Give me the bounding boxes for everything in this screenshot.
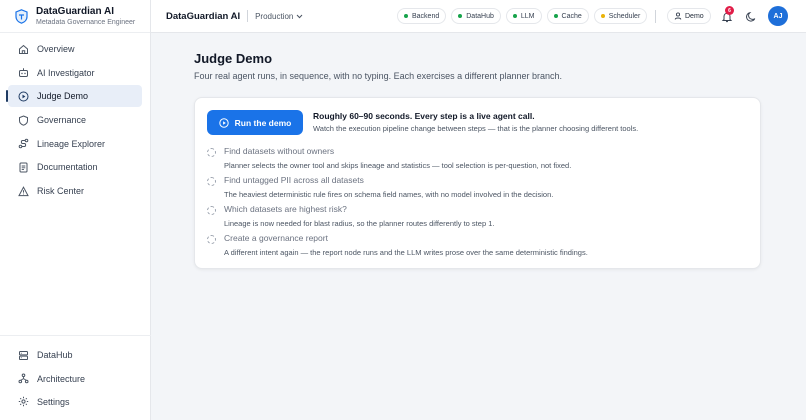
status-pill-backend[interactable]: Backend: [397, 8, 447, 24]
status-pill-datahub[interactable]: DataHub: [451, 8, 501, 24]
app-name: DataGuardian AI: [36, 5, 114, 17]
run-description: Watch the execution pipeline change betw…: [313, 124, 639, 133]
demo-step: Create a governance report A different i…: [207, 233, 747, 262]
run-demo-button[interactable]: Run the demo: [207, 110, 303, 135]
sidebar-item-overview[interactable]: Overview: [8, 38, 142, 60]
play-circle-icon: [18, 91, 29, 102]
topbar: DataGuardian AI Production Backend DataH…: [151, 0, 806, 33]
notification-badge: 6: [725, 6, 734, 15]
sidebar: DataGuardian AI Metadata Governance Engi…: [0, 0, 151, 420]
shield-logo-icon: [14, 8, 28, 24]
sidebar-item-governance[interactable]: Governance: [8, 109, 142, 131]
status-dot: [404, 14, 408, 18]
pending-step-icon: [207, 206, 216, 215]
sidebar-item-label: Architecture: [37, 373, 86, 384]
status-pill-label: Scheduler: [608, 12, 641, 20]
environment-label: Production: [255, 11, 294, 21]
database-icon: [18, 350, 29, 361]
sidebar-item-judge-demo[interactable]: Judge Demo: [6, 85, 142, 108]
demo-user-button[interactable]: Demo: [667, 8, 711, 24]
demo-card: Run the demo Roughly 60–90 seconds. Ever…: [194, 97, 761, 269]
sidebar-item-settings[interactable]: Settings: [8, 391, 143, 413]
demo-step: Find untagged PII across all datasets Th…: [207, 175, 747, 204]
main-content: Judge Demo Four real agent runs, in sequ…: [151, 33, 806, 420]
status-pill-cache[interactable]: Cache: [546, 8, 589, 24]
warning-icon: [18, 185, 29, 197]
run-heading: Roughly 60–90 seconds. Every step is a l…: [313, 111, 535, 121]
sidebar-item-ai-investigator[interactable]: AI Investigator: [8, 62, 142, 84]
robot-icon: [18, 67, 29, 78]
status-dot: [512, 14, 517, 18]
sidebar-item-documentation[interactable]: Documentation: [8, 156, 142, 178]
pending-step-icon: [207, 235, 216, 244]
sidebar-item-architecture[interactable]: Architecture: [8, 368, 143, 390]
sidebar-item-label: DataHub: [37, 350, 73, 361]
sidebar-item-label: Lineage Explorer: [37, 138, 106, 149]
chevron-down-icon: [296, 12, 303, 21]
status-pill-label: LLM: [520, 12, 535, 20]
step-description: Planner selects the owner tool and skips…: [224, 161, 572, 170]
gear-icon: [18, 396, 29, 407]
step-title: Find untagged PII across all datasets: [224, 175, 364, 185]
pending-step-icon: [207, 177, 216, 186]
home-icon: [18, 44, 29, 55]
avatar[interactable]: AJ: [768, 6, 788, 26]
page-title: Judge Demo: [194, 51, 273, 66]
step-title: Find datasets without owners: [224, 146, 335, 156]
breadcrumb-app: DataGuardian AI: [166, 10, 241, 22]
step-title: Which datasets are highest risk?: [224, 204, 347, 214]
app-subtitle: Metadata Governance Engineer: [36, 18, 136, 26]
status-dot: [458, 14, 463, 18]
step-title: Create a governance report: [224, 233, 328, 243]
sidebar-item-label: Overview: [37, 44, 75, 54]
demo-step: Find datasets without owners Planner sel…: [207, 146, 747, 175]
sidebar-item-risk-center[interactable]: Risk Center: [8, 180, 142, 202]
status-pill-label: Cache: [561, 12, 582, 20]
sidebar-item-lineage-explorer[interactable]: Lineage Explorer: [8, 133, 142, 155]
status-dot: [600, 14, 605, 18]
user-icon: [674, 12, 682, 20]
theme-toggle[interactable]: [745, 10, 757, 22]
step-description: Lineage is now needed for blast radius, …: [224, 219, 495, 228]
topbar-separator: [655, 10, 656, 23]
sidebar-item-datahub[interactable]: DataHub: [8, 344, 143, 366]
shield-icon: [18, 115, 29, 126]
brand[interactable]: DataGuardian AI Metadata Governance Engi…: [0, 0, 150, 33]
sidebar-item-label: AI Investigator: [37, 67, 95, 78]
status-pill-label: Backend: [412, 12, 440, 20]
sidebar-bottom-nav: DataHub Architecture Settings: [0, 335, 151, 420]
sidebar-item-label: Settings: [37, 396, 70, 407]
sidebar-item-label: Judge Demo: [37, 91, 89, 102]
sidebar-item-label: Governance: [37, 115, 87, 126]
demo-step: Which datasets are highest risk? Lineage…: [207, 204, 747, 233]
route-icon: [18, 138, 29, 149]
play-circle-icon: [218, 117, 229, 128]
notifications-button[interactable]: 6: [721, 6, 734, 23]
network-icon: [18, 373, 29, 384]
status-pill-scheduler[interactable]: Scheduler: [593, 8, 648, 24]
status-pill-label: DataHub: [466, 12, 494, 20]
moon-icon: [746, 11, 756, 22]
status-dot: [553, 14, 558, 18]
demo-label: Demo: [685, 12, 704, 20]
pending-step-icon: [207, 148, 216, 157]
environment-select[interactable]: Production: [255, 12, 303, 21]
run-demo-label: Run the demo: [234, 117, 292, 128]
step-description: A different intent again — the report no…: [224, 248, 588, 257]
status-pill-llm[interactable]: LLM: [505, 8, 542, 24]
sidebar-nav: Overview AI Investigator Judge Demo Gove…: [0, 33, 150, 202]
document-icon: [18, 162, 29, 173]
sidebar-item-label: Risk Center: [37, 186, 85, 197]
status-pills: Backend DataHub LLM Cache Scheduler: [397, 8, 652, 24]
breadcrumb-divider: [247, 10, 249, 22]
demo-steps: Find datasets without owners Planner sel…: [207, 146, 747, 262]
page-subtitle: Four real agent runs, in sequence, with …: [194, 71, 563, 81]
sidebar-item-label: Documentation: [37, 162, 98, 173]
step-description: The heaviest deterministic rule fires on…: [224, 190, 554, 199]
